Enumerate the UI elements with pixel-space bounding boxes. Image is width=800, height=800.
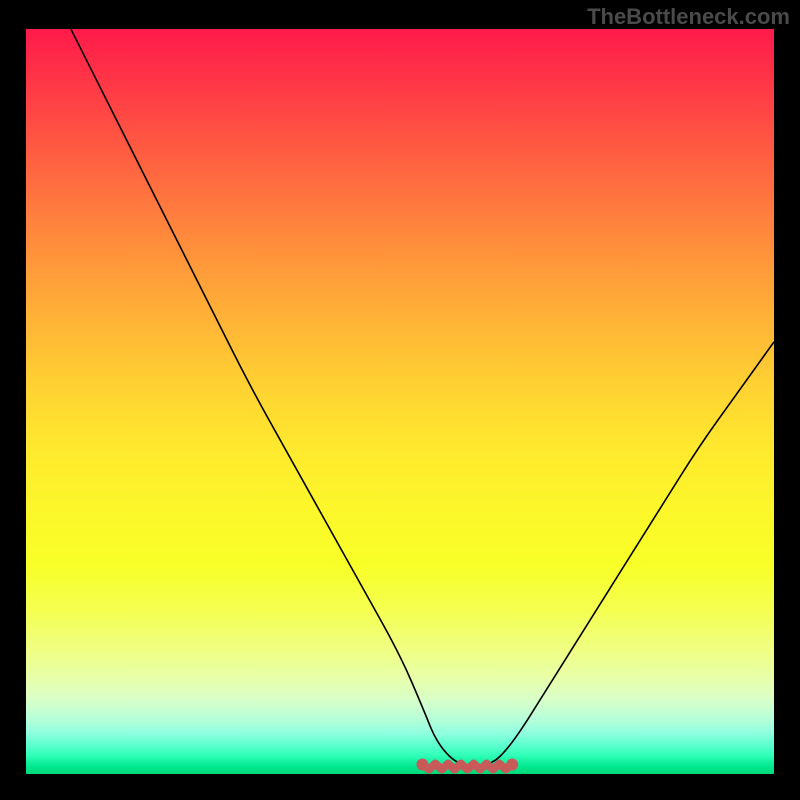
watermark-text: TheBottleneck.com	[587, 4, 790, 30]
plot-area	[26, 29, 774, 774]
bottleneck-curve	[26, 29, 774, 774]
